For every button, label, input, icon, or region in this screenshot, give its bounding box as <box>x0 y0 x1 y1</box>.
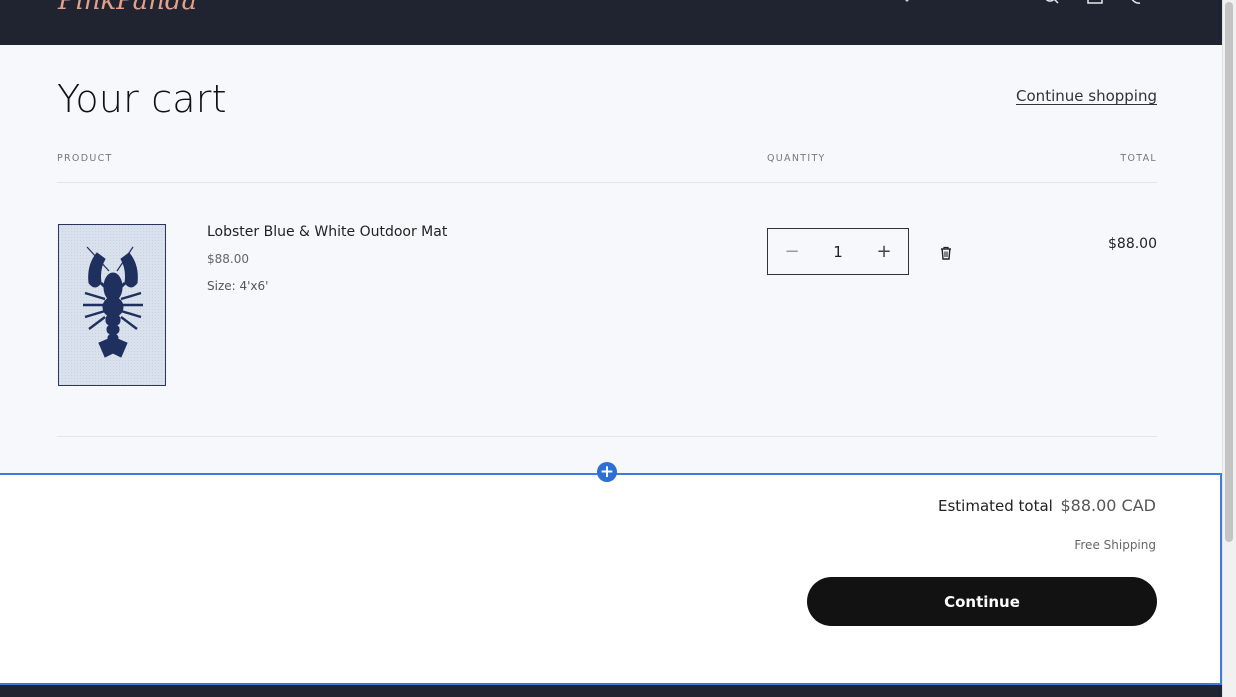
account-icon[interactable] <box>1087 0 1103 6</box>
column-header-product: PRODUCT <box>57 153 113 164</box>
cart-icon[interactable] <box>1128 0 1144 6</box>
plus-icon: + <box>876 241 892 262</box>
lobster-mat-image <box>59 225 165 385</box>
trash-icon[interactable] <box>938 245 954 261</box>
product-unit-price: $88.00 <box>207 252 249 266</box>
chevron-down-icon[interactable] <box>900 0 916 6</box>
product-option: Size: 4'x6' <box>207 279 269 293</box>
shipping-note: Free Shipping <box>1074 538 1156 552</box>
quantity-increase-button[interactable]: + <box>874 241 894 262</box>
site-footer <box>0 685 1222 697</box>
account-icon-partial[interactable] <box>553 0 569 4</box>
checkout-button[interactable]: Continue <box>807 577 1157 626</box>
site-header: PinkPanda <box>0 0 1222 45</box>
column-header-quantity: QUANTITY <box>767 153 826 164</box>
scrollbar-thumb[interactable] <box>1225 2 1233 542</box>
estimated-total-value: $88.00 CAD <box>1060 496 1156 515</box>
line-item-total: $88.00 <box>1108 236 1157 252</box>
estimated-total-label: Estimated total <box>938 497 1053 515</box>
quantity-input[interactable]: 1 <box>833 243 843 261</box>
header-divider <box>57 182 1157 183</box>
continue-shopping-link[interactable]: Continue shopping <box>1016 87 1157 105</box>
plus-circle-icon[interactable]: + <box>597 462 617 482</box>
items-divider <box>57 436 1157 437</box>
column-header-total: TOTAL <box>1120 153 1157 164</box>
quantity-stepper: − 1 + <box>767 228 909 275</box>
product-name[interactable]: Lobster Blue & White Outdoor Mat <box>207 224 447 240</box>
minus-icon: − <box>784 241 800 262</box>
quantity-decrease-button[interactable]: − <box>782 241 802 262</box>
store-logo[interactable]: PinkPanda <box>58 0 197 16</box>
product-image[interactable] <box>58 224 166 386</box>
cart-section: Your cart Continue shopping PRODUCT QUAN… <box>0 45 1222 473</box>
page-title: Your cart <box>57 77 227 121</box>
search-icon[interactable] <box>1044 0 1060 6</box>
